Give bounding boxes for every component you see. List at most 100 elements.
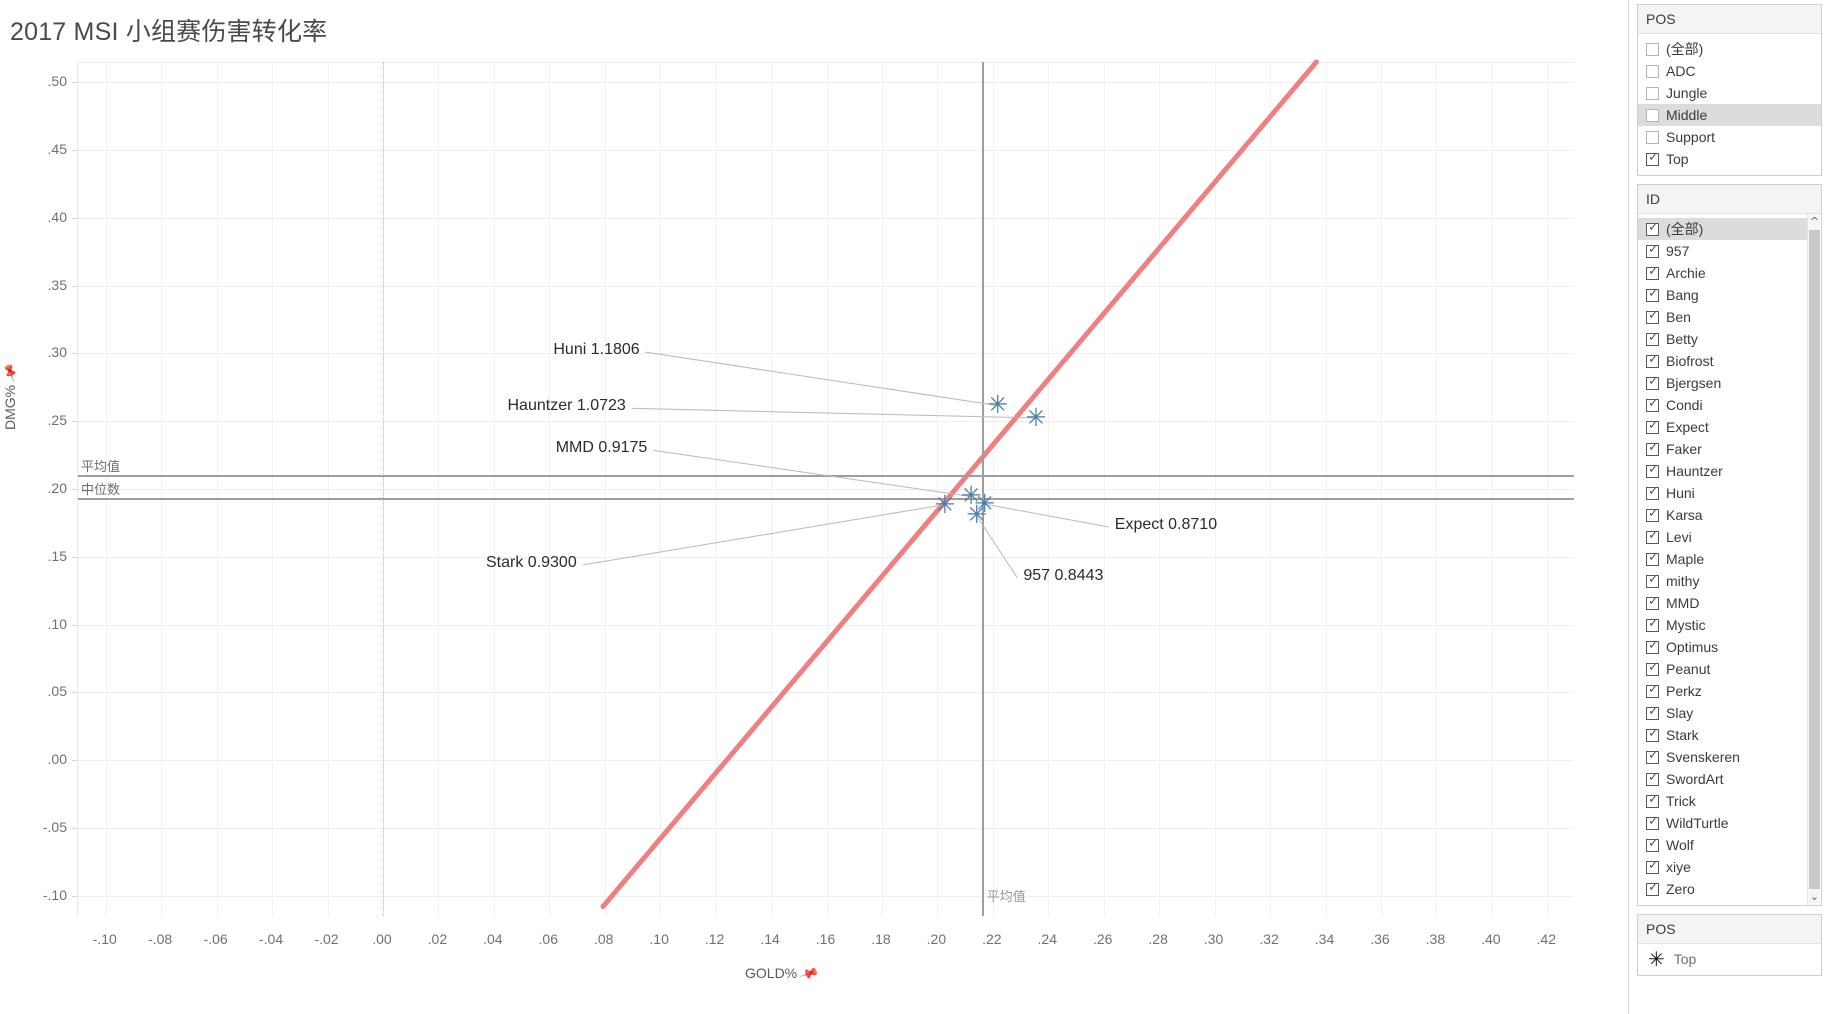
checkbox-icon[interactable] bbox=[1646, 308, 1659, 324]
id-filter-item-slay[interactable]: Slay bbox=[1638, 702, 1807, 724]
id-filter-item-faker[interactable]: Faker bbox=[1638, 438, 1807, 460]
checkbox-icon[interactable] bbox=[1646, 130, 1659, 144]
id-filter-item-svenskeren[interactable]: Svenskeren bbox=[1638, 746, 1807, 768]
checkbox-icon[interactable] bbox=[1646, 572, 1659, 588]
checkbox-icon[interactable] bbox=[1646, 64, 1659, 78]
id-filter-item-levi[interactable]: Levi bbox=[1638, 526, 1807, 548]
checkbox-icon[interactable] bbox=[1646, 220, 1659, 236]
filter-item-label: Stark bbox=[1666, 727, 1699, 743]
id-filter-scrollbar[interactable]: ^ ⌄ bbox=[1807, 214, 1820, 905]
data-label[interactable]: Hauntzer 1.0723 bbox=[508, 397, 626, 415]
id-filter-item-xiye[interactable]: xiye bbox=[1638, 856, 1807, 878]
checkbox-icon[interactable] bbox=[1646, 814, 1659, 830]
checkbox-icon[interactable] bbox=[1646, 616, 1659, 632]
pos-filter-list[interactable]: (全部) ADC Jungle Middle Support Top bbox=[1638, 34, 1821, 175]
checkbox-icon[interactable] bbox=[1646, 484, 1659, 500]
checkbox-icon[interactable] bbox=[1646, 880, 1659, 896]
filter-item-label: Levi bbox=[1666, 529, 1692, 545]
data-point-marker[interactable]: ✳ bbox=[966, 502, 987, 527]
id-filter-item-peanut[interactable]: Peanut bbox=[1638, 658, 1807, 680]
checkbox-icon[interactable] bbox=[1646, 858, 1659, 874]
id-filter-item-stark[interactable]: Stark bbox=[1638, 724, 1807, 746]
data-label[interactable]: Expect 0.8710 bbox=[1115, 516, 1217, 534]
id-filter-item-maple[interactable]: Maple bbox=[1638, 548, 1807, 570]
checkbox-icon[interactable] bbox=[1646, 660, 1659, 676]
id-filter-item-957[interactable]: 957 bbox=[1638, 240, 1807, 262]
data-label[interactable]: MMD 0.9175 bbox=[556, 439, 648, 457]
id-filter-item-archie[interactable]: Archie bbox=[1638, 262, 1807, 284]
pos-filter-item-adc[interactable]: ADC bbox=[1638, 60, 1821, 82]
checkbox-icon[interactable] bbox=[1646, 374, 1659, 390]
checkbox-icon[interactable] bbox=[1646, 330, 1659, 346]
id-filter-item-hauntzer[interactable]: Hauntzer bbox=[1638, 460, 1807, 482]
checkbox-icon[interactable] bbox=[1646, 242, 1659, 258]
id-filter-item-karsa[interactable]: Karsa bbox=[1638, 504, 1807, 526]
pos-filter-item-top[interactable]: Top bbox=[1638, 148, 1821, 170]
checkbox-icon[interactable] bbox=[1646, 682, 1659, 698]
checkbox-icon[interactable] bbox=[1646, 506, 1659, 522]
checkbox-icon[interactable] bbox=[1646, 836, 1659, 852]
scatter-plot-viz: 2017 MSI 小组赛伤害转化率 DMG%📌 GOLD% 📌 平均值 中位数 平均值… bbox=[0, 0, 1628, 1014]
id-filter-item-huni[interactable]: Huni bbox=[1638, 482, 1807, 504]
id-filter-item-bjergsen[interactable]: Bjergsen bbox=[1638, 372, 1807, 394]
id-filter-item-bang[interactable]: Bang bbox=[1638, 284, 1807, 306]
id-filter-item-mystic[interactable]: Mystic bbox=[1638, 614, 1807, 636]
data-label[interactable]: 957 0.8443 bbox=[1023, 567, 1103, 585]
checkbox-icon[interactable] bbox=[1646, 418, 1659, 434]
checkbox-icon[interactable] bbox=[1646, 748, 1659, 764]
checkbox-icon[interactable] bbox=[1646, 86, 1659, 100]
checkbox-icon[interactable] bbox=[1646, 726, 1659, 742]
checkbox-icon[interactable] bbox=[1646, 550, 1659, 566]
checkbox-icon[interactable] bbox=[1646, 638, 1659, 654]
id-filter-item-perkz[interactable]: Perkz bbox=[1638, 680, 1807, 702]
id-filter-item-wolf[interactable]: Wolf bbox=[1638, 834, 1807, 856]
chevron-down-icon[interactable]: ⌄ bbox=[1808, 889, 1821, 905]
id-filter-item-expect[interactable]: Expect bbox=[1638, 416, 1807, 438]
data-point-marker[interactable]: ✳ bbox=[934, 492, 955, 517]
checkbox-icon[interactable] bbox=[1646, 770, 1659, 786]
data-label[interactable]: Stark 0.9300 bbox=[486, 554, 577, 572]
pos-legend-list[interactable]: ✳ Top bbox=[1638, 944, 1821, 975]
id-filter-list[interactable]: (全部) 957 Archie Bang Ben Betty Biofrost Bjergse… bbox=[1638, 214, 1821, 905]
pos-filter-item-support[interactable]: Support bbox=[1638, 126, 1821, 148]
id-filter-item-optimus[interactable]: Optimus bbox=[1638, 636, 1807, 658]
checkbox-icon[interactable] bbox=[1646, 352, 1659, 368]
checkbox-icon[interactable] bbox=[1646, 792, 1659, 808]
checkbox-icon[interactable] bbox=[1646, 462, 1659, 478]
id-filter-item-mithy[interactable]: mithy bbox=[1638, 570, 1807, 592]
y-axis-tick-mark bbox=[72, 895, 77, 897]
id-filter-item-mmd[interactable]: MMD bbox=[1638, 592, 1807, 614]
legend-item-top[interactable]: ✳ Top bbox=[1638, 948, 1821, 970]
scrollbar-thumb[interactable] bbox=[1809, 230, 1820, 889]
id-filter-item-wildturtle[interactable]: WildTurtle bbox=[1638, 812, 1807, 834]
pos-filter-item-全部[interactable]: (全部) bbox=[1638, 38, 1821, 60]
id-filter-item-betty[interactable]: Betty bbox=[1638, 328, 1807, 350]
checkbox-icon[interactable] bbox=[1646, 396, 1659, 412]
data-point-marker[interactable]: ✳ bbox=[987, 392, 1008, 417]
id-filter-item-trick[interactable]: Trick bbox=[1638, 790, 1807, 812]
chevron-up-icon[interactable]: ^ bbox=[1808, 214, 1821, 230]
checkbox-icon[interactable] bbox=[1646, 704, 1659, 720]
id-filter-item-zero[interactable]: Zero bbox=[1638, 878, 1807, 900]
data-point-marker[interactable]: ✳ bbox=[1026, 405, 1047, 430]
data-label[interactable]: Huni 1.1806 bbox=[553, 341, 639, 359]
pos-filter-item-middle[interactable]: Middle bbox=[1638, 104, 1821, 126]
checkbox-icon[interactable] bbox=[1646, 264, 1659, 280]
pin-icon: 📌 bbox=[0, 362, 21, 384]
checkbox-icon[interactable] bbox=[1646, 528, 1659, 544]
x-axis-tick-label: -.10 bbox=[92, 931, 117, 947]
checkbox-icon[interactable] bbox=[1646, 286, 1659, 302]
pos-filter-item-jungle[interactable]: Jungle bbox=[1638, 82, 1821, 104]
checkbox-icon[interactable] bbox=[1646, 42, 1659, 56]
filter-item-label: Ben bbox=[1666, 309, 1691, 325]
id-filter-item-swordart[interactable]: SwordArt bbox=[1638, 768, 1807, 790]
checkbox-icon[interactable] bbox=[1646, 594, 1659, 610]
id-filter-item-condi[interactable]: Condi bbox=[1638, 394, 1807, 416]
x-axis-title: GOLD% 📌 bbox=[745, 963, 820, 983]
id-filter-item-ben[interactable]: Ben bbox=[1638, 306, 1807, 328]
id-filter-item-biofrost[interactable]: Biofrost bbox=[1638, 350, 1807, 372]
checkbox-icon[interactable] bbox=[1646, 150, 1659, 166]
id-filter-item-全部[interactable]: (全部) bbox=[1638, 218, 1807, 240]
checkbox-icon[interactable] bbox=[1646, 108, 1659, 122]
checkbox-icon[interactable] bbox=[1646, 440, 1659, 456]
